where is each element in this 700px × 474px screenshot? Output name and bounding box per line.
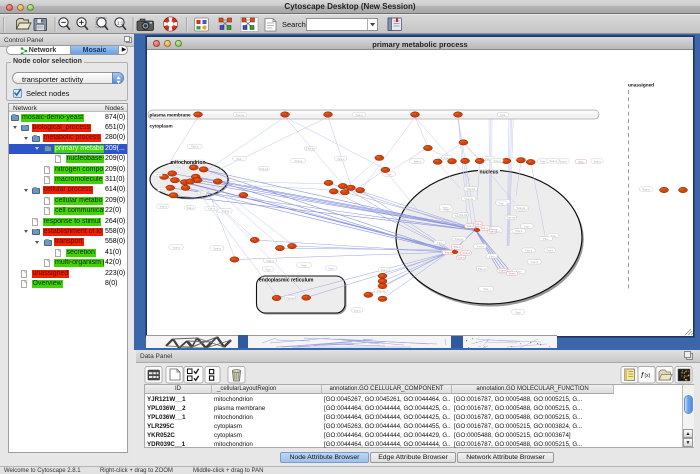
svg-text:plasma membrane: plasma membrane — [150, 112, 192, 117]
svg-text:Yxx-: Yxx- — [524, 224, 530, 228]
svg-text:Yxx-x: Yxx-x — [207, 207, 215, 211]
svg-text:Yxx-: Yxx- — [328, 266, 334, 270]
svg-text:Yxx-x: Yxx-x — [191, 145, 199, 149]
svg-text:Yxx-x: Yxx-x — [462, 251, 470, 255]
svg-text:Yxx-x: Yxx-x — [213, 246, 221, 250]
svg-text:Yxx-x: Yxx-x — [559, 159, 567, 163]
svg-text:Yx-x: Yx-x — [155, 173, 161, 177]
svg-text:unassigned: unassigned — [628, 82, 654, 87]
svg-text:Yxx-xx: Yxx-xx — [455, 237, 465, 241]
svg-text:Yxx-: Yxx- — [500, 113, 506, 117]
svg-text:Yxx-xx: Yxx-xx — [458, 213, 468, 217]
svg-text:Yxx-x: Yxx-x — [476, 245, 484, 249]
svg-text:Yxx-: Yxx- — [386, 172, 392, 176]
svg-text:Yxx-x: Yxx-x — [355, 113, 363, 117]
svg-text:Yxx-x: Yxx-x — [466, 224, 474, 228]
svg-text:Yxx-xx: Yxx-xx — [516, 206, 526, 210]
svg-text:Yxx-xx: Yxx-xx — [286, 296, 296, 300]
svg-text:Yxx-xx: Yxx-xx — [506, 216, 516, 220]
svg-text:Yxx-x: Yxx-x — [549, 159, 557, 163]
svg-text:Yxx-x: Yxx-x — [546, 249, 554, 253]
svg-text:nucleus: nucleus — [480, 170, 499, 176]
svg-text:Yxx-x: Yxx-x — [593, 159, 601, 163]
svg-text:Yx-x: Yx-x — [175, 164, 181, 168]
svg-text:Yxx-: Yxx- — [540, 159, 546, 163]
svg-text:Yxx-x: Yxx-x — [337, 157, 345, 161]
svg-text:Yxx-x: Yxx-x — [186, 206, 194, 210]
svg-text:Yxx-: Yxx- — [301, 263, 307, 267]
svg-text:Yxx-x: Yxx-x — [444, 251, 452, 255]
svg-text:Yxx-: Yxx- — [437, 241, 443, 245]
svg-text:(x): (x) — [645, 373, 651, 379]
svg-text:Yxx-x: Yxx-x — [508, 272, 516, 276]
svg-text:Yxx-x: Yxx-x — [493, 159, 501, 163]
svg-text:1:1: 1:1 — [117, 20, 124, 25]
svg-text:Yxx-xx: Yxx-xx — [306, 147, 316, 151]
svg-text:Yxx-: Yxx- — [442, 205, 448, 209]
svg-text:Yxx-x: Yxx-x — [480, 226, 488, 230]
svg-text:Yxx-x: Yxx-x — [474, 222, 482, 226]
svg-text:Yxx-x: Yxx-x — [498, 269, 506, 273]
svg-text:Yxx-: Yxx- — [543, 237, 549, 241]
svg-text:Yxx-: Yxx- — [265, 267, 271, 271]
svg-text:Yxx-x: Yxx-x — [159, 205, 167, 209]
svg-text:Yxx-x: Yxx-x — [525, 249, 533, 253]
svg-text:Yxx-xx: Yxx-xx — [478, 267, 488, 271]
svg-text:Yxx-: Yxx- — [498, 201, 504, 205]
svg-text:Yxx-xx: Yxx-xx — [466, 187, 476, 191]
svg-text:Yx-x: Yx-x — [199, 191, 205, 195]
svg-text:Yxx-x: Yxx-x — [172, 245, 180, 249]
svg-text:Yxx-: Yxx- — [483, 287, 489, 291]
svg-text:Search:: Search: — [282, 20, 308, 29]
svg-text:Yxx-xx: Yxx-xx — [464, 197, 474, 201]
svg-text:Yxx-x: Yxx-x — [457, 256, 465, 260]
svg-text:Yxx-x: Yxx-x — [488, 230, 496, 234]
svg-text:Yxx-x: Yxx-x — [266, 259, 274, 263]
svg-text:Yxx-x: Yxx-x — [642, 187, 650, 191]
svg-text:Yxx-x: Yxx-x — [380, 268, 388, 272]
svg-text:Yxx-xx: Yxx-xx — [236, 113, 246, 117]
svg-text:Yxx-x: Yxx-x — [515, 229, 523, 233]
svg-text:Yxx-x: Yxx-x — [530, 260, 538, 264]
svg-text:Yx-x: Yx-x — [159, 188, 165, 192]
svg-text:Yxx-x: Yxx-x — [453, 245, 461, 249]
svg-text:Yxx-x: Yxx-x — [294, 159, 302, 163]
svg-text:Yxx-: Yxx- — [236, 157, 242, 161]
svg-text:Yxx-x: Yxx-x — [353, 308, 361, 312]
svg-text:Yxx-xx: Yxx-xx — [377, 289, 387, 293]
svg-text:Yxx-xx: Yxx-xx — [259, 167, 269, 171]
svg-text:Yxx-: Yxx- — [489, 254, 495, 258]
svg-text:Yxx-x: Yxx-x — [221, 209, 229, 213]
svg-text:cytoplasm: cytoplasm — [150, 123, 173, 128]
svg-text:Yxx-x: Yxx-x — [413, 159, 421, 163]
svg-text:Yxx-: Yxx- — [515, 310, 521, 314]
svg-text:Yxx-: Yxx- — [578, 160, 584, 164]
svg-text:endoplasmic reticulum: endoplasmic reticulum — [259, 278, 314, 284]
